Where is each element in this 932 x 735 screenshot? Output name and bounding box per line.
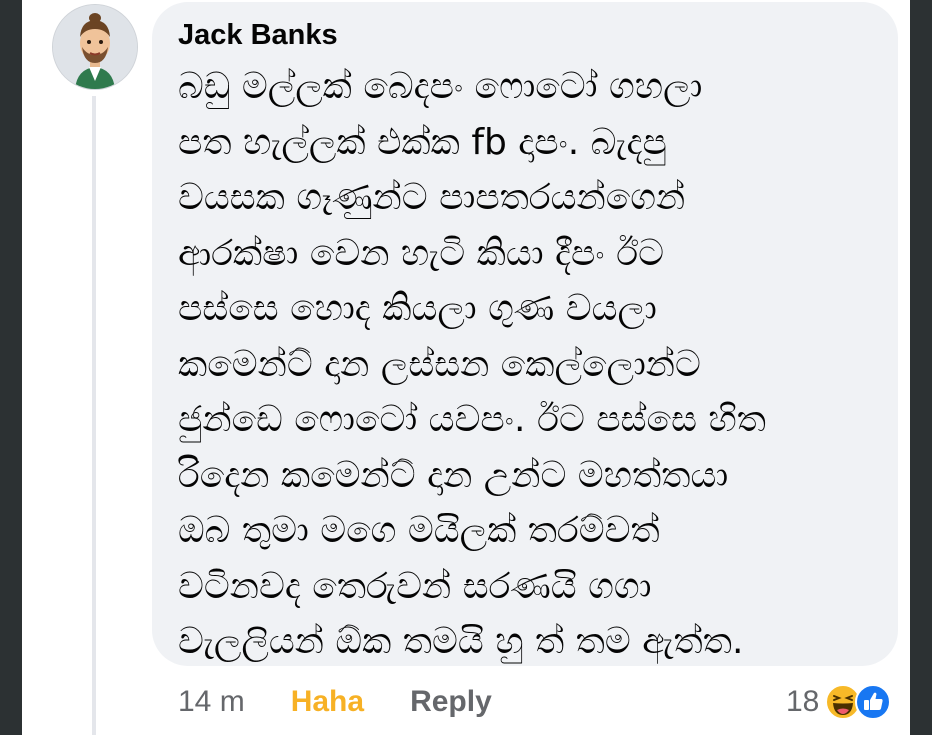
reply-button[interactable]: Reply: [410, 685, 492, 719]
like-icon: [855, 684, 892, 720]
right-dark-border: [910, 0, 932, 735]
comment-text: බඩු මල්ලක් බෙදපං ෆොටෝ ගහලා පත හැල්ලක් එක…: [178, 66, 766, 662]
author-name[interactable]: Jack Banks: [178, 18, 872, 52]
timestamp[interactable]: 14 m: [178, 685, 245, 719]
thread-line: [92, 96, 96, 735]
comment-bubble: Jack Banks බඩු මල්ලක් බෙදපං ෆොටෝ ගහලා පත…: [152, 2, 898, 666]
comment-actions: 14 m Haha Reply: [178, 682, 492, 722]
avatar-illustration: [53, 5, 137, 89]
haha-reaction-button[interactable]: Haha: [291, 685, 364, 719]
reaction-summary[interactable]: 18: [786, 682, 892, 722]
left-dark-border: [0, 0, 22, 735]
avatar[interactable]: [52, 4, 138, 90]
reaction-count: 18: [786, 685, 820, 718]
